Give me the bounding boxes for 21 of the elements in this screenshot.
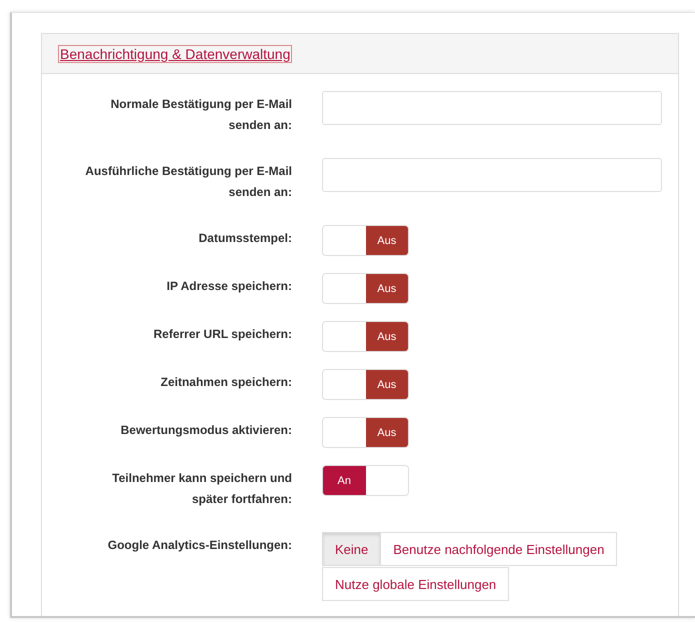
option-button[interactable]: Benutze nachfolgende Einstellungen — [380, 532, 618, 566]
section-title-link[interactable]: Benachrichtigung & Datenverwaltung — [58, 44, 292, 62]
toggle-switch[interactable]: Aus — [322, 369, 409, 400]
field-label: Google Analytics-Einstellungen: — [108, 537, 292, 554]
field-label: Normale Bestätigung per E-Mail senden an: — [110, 96, 292, 134]
field-label: Bewertungsmodus aktivieren: — [120, 422, 292, 439]
option-button[interactable]: Keine — [322, 532, 382, 566]
field-label: Zeitnahmen speichern: — [160, 374, 292, 391]
toggle-switch[interactable]: Aus — [322, 417, 409, 448]
toggle-switch[interactable]: Aus — [322, 225, 409, 256]
toggle-switch[interactable]: An — [322, 465, 409, 496]
field-label: Ausführliche Bestätigung per E-Mail senden an: — [84, 163, 292, 201]
field-label: Datumsstempel: — [198, 230, 292, 247]
field-label: Teilnehmer kann speichern und später fortfahren: — [111, 470, 292, 508]
email-field[interactable] — [322, 158, 662, 192]
toggle-switch[interactable]: Aus — [322, 273, 409, 304]
email-field[interactable] — [322, 91, 662, 125]
field-label: Referrer URL speichern: — [154, 326, 292, 343]
option-button[interactable]: Nutze globale Einstellungen — [322, 567, 510, 601]
toggle-switch[interactable]: Aus — [322, 321, 409, 352]
field-label: IP Adresse speichern: — [166, 278, 292, 295]
